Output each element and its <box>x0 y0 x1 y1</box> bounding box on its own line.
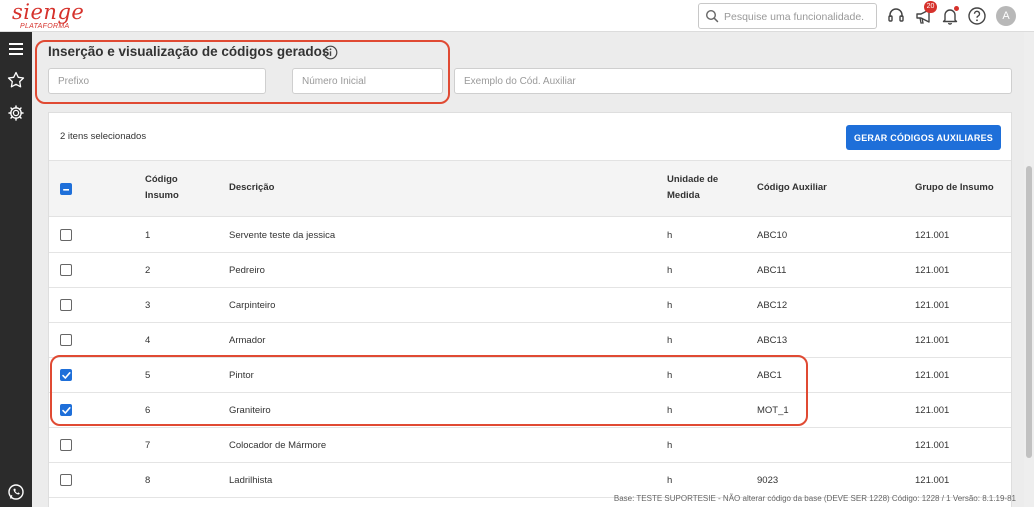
cell-code: 4 <box>145 335 151 346</box>
info-icon[interactable] <box>323 45 338 60</box>
prefix-field[interactable] <box>48 68 266 94</box>
table-row[interactable]: 1 Servente teste da jessica h ABC10 121.001 <box>49 218 1011 253</box>
start-number-input[interactable] <box>293 69 442 93</box>
cell-code: 1 <box>145 230 151 241</box>
table-row[interactable]: 2 Pedreiro h ABC11 121.001 <box>49 253 1011 288</box>
aux-code-example-field[interactable] <box>454 68 1012 94</box>
cell-description: Pintor <box>229 370 254 381</box>
cell-aux-code: MOT_1 <box>757 405 789 416</box>
cell-description: Carpinteiro <box>229 300 276 311</box>
cell-code: 3 <box>145 300 151 311</box>
start-number-field[interactable] <box>292 68 443 94</box>
scrollbar-thumb[interactable] <box>1026 166 1032 458</box>
cell-unit: h <box>667 405 673 416</box>
cell-unit: h <box>667 440 673 451</box>
cell-description: Pedreiro <box>229 265 265 276</box>
whatsapp-icon[interactable] <box>6 482 26 502</box>
cell-code: 2 <box>145 265 151 276</box>
footer-info: Base: TESTE SUPORTESIE - NÃO alterar cód… <box>613 494 1016 503</box>
row-checkbox[interactable] <box>60 404 72 416</box>
search-input[interactable] <box>724 8 874 25</box>
cell-description: Armador <box>229 335 266 346</box>
section-title: Inserção e visualização de códigos gerad… <box>48 44 330 59</box>
cell-description: Servente teste da jessica <box>229 230 336 241</box>
cell-group: 121.001 <box>915 475 950 486</box>
headset-icon[interactable] <box>886 6 906 26</box>
cell-unit: h <box>667 335 673 346</box>
search-icon <box>705 9 719 23</box>
cell-group: 121.001 <box>915 335 950 346</box>
row-checkbox[interactable] <box>60 439 72 451</box>
select-all-checkbox[interactable] <box>60 183 72 195</box>
row-checkbox[interactable] <box>60 369 72 381</box>
table-row[interactable]: 8 Ladrilhista h 9023 121.001 <box>49 463 1011 498</box>
cell-code: 6 <box>145 405 151 416</box>
logo-wordmark: sienge <box>12 0 85 24</box>
cell-unit: h <box>667 265 673 276</box>
cell-code: 5 <box>145 370 151 381</box>
cell-unit: h <box>667 370 673 381</box>
cell-description: Colocador de Mármore <box>229 440 327 451</box>
sienge-logo[interactable]: sienge PLATAFORMA <box>12 0 85 30</box>
cell-description: Graniteiro <box>229 405 271 416</box>
cell-code: 8 <box>145 475 151 486</box>
search-field[interactable] <box>698 3 877 29</box>
row-checkbox[interactable] <box>60 474 72 486</box>
cell-group: 121.001 <box>915 265 950 276</box>
help-icon[interactable] <box>967 6 987 26</box>
check-icon <box>62 372 71 379</box>
column-header-description[interactable]: Descrição <box>229 180 274 196</box>
page-scrollbar[interactable] <box>1024 32 1034 507</box>
cell-unit: h <box>667 230 673 241</box>
user-avatar[interactable]: A <box>996 6 1016 26</box>
selected-count: 2 itens selecionados <box>60 131 147 142</box>
generate-aux-codes-button[interactable]: GERAR CÓDIGOS AUXILIARES <box>846 125 1001 150</box>
gear-icon[interactable] <box>6 103 26 123</box>
check-icon <box>62 407 71 414</box>
cell-aux-code: ABC13 <box>757 335 788 346</box>
table-card: 2 itens selecionados GERAR CÓDIGOS AUXIL… <box>48 112 1012 507</box>
indeterminate-icon <box>63 189 69 191</box>
row-checkbox[interactable] <box>60 229 72 241</box>
cell-group: 121.001 <box>915 440 950 451</box>
notification-count-badge: 20 <box>924 1 937 13</box>
star-icon[interactable] <box>6 70 26 90</box>
cell-aux-code: ABC11 <box>757 265 787 276</box>
table-row[interactable]: 3 Carpinteiro h ABC12 121.001 <box>49 288 1011 323</box>
table-header: Código Insumo Descrição Unidade de Medid… <box>49 160 1011 217</box>
prefix-input[interactable] <box>49 69 265 93</box>
table-row[interactable]: 4 Armador h ABC13 121.001 <box>49 323 1011 358</box>
cell-unit: h <box>667 475 673 486</box>
column-header-unit[interactable]: Unidade de Medida <box>667 172 727 204</box>
cell-group: 121.001 <box>915 405 950 416</box>
cell-code: 7 <box>145 440 151 451</box>
row-checkbox[interactable] <box>60 334 72 346</box>
table-row[interactable]: 6 Graniteiro h MOT_1 121.001 <box>49 393 1011 428</box>
cell-aux-code: ABC10 <box>757 230 788 241</box>
table-row[interactable]: 5 Pintor h ABC1 121.001 <box>49 358 1011 393</box>
row-checkbox[interactable] <box>60 299 72 311</box>
cell-aux-code: 9023 <box>757 475 779 486</box>
top-bar: sienge PLATAFORMA 20 A <box>0 0 1034 32</box>
cell-group: 121.001 <box>915 300 950 311</box>
cell-description: Ladrilhista <box>229 475 273 486</box>
table-row[interactable]: 7 Colocador de Mármore h 121.001 <box>49 428 1011 463</box>
sidebar <box>0 32 32 507</box>
column-header-aux-code[interactable]: Código Auxiliar <box>757 180 827 196</box>
cell-aux-code: ABC12 <box>757 300 788 311</box>
column-header-code[interactable]: Código Insumo <box>145 172 195 204</box>
cell-unit: h <box>667 300 673 311</box>
menu-icon[interactable] <box>6 39 26 59</box>
logo-subtitle: PLATAFORMA <box>20 23 70 30</box>
row-checkbox[interactable] <box>60 264 72 276</box>
cell-group: 121.001 <box>915 230 950 241</box>
bell-alert-dot <box>954 6 959 11</box>
cell-aux-code: ABC1 <box>757 370 782 381</box>
column-header-group[interactable]: Grupo de Insumo <box>915 180 994 196</box>
aux-code-example-input[interactable] <box>455 69 1011 93</box>
cell-group: 121.001 <box>915 370 950 381</box>
